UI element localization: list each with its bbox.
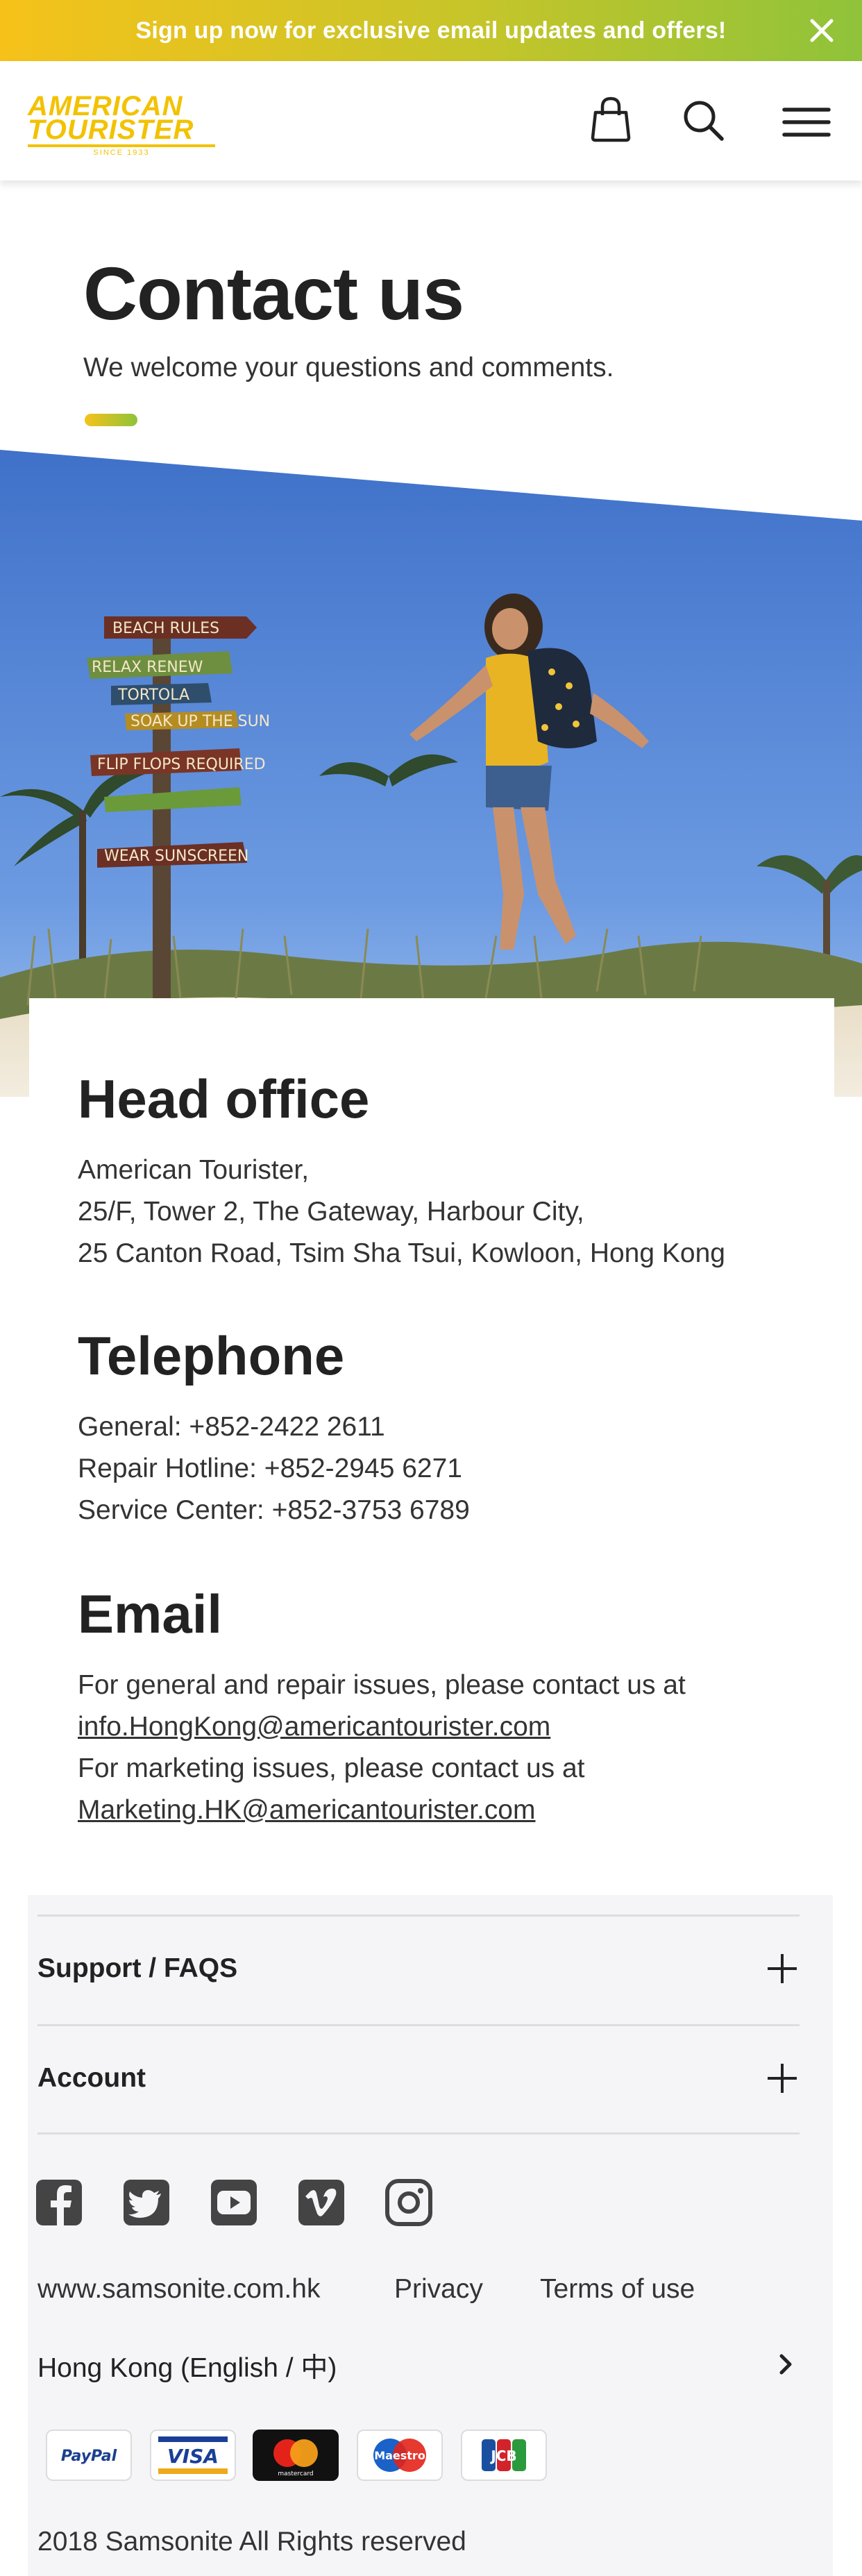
phone-repair: Repair Hotline: +852-2945 6271	[78, 1454, 462, 1483]
telephone-heading: Telephone	[78, 1325, 345, 1386]
contact-card: Head office American Tourister, 25/F, To…	[29, 998, 834, 1901]
svg-text:RELAX RENEW: RELAX RENEW	[92, 659, 203, 676]
instagram-icon[interactable]	[384, 2178, 433, 2227]
plus-icon[interactable]	[765, 2061, 800, 2096]
jcb-label: JCB	[489, 2448, 516, 2464]
maestro-label: Maestro	[374, 2449, 425, 2462]
plus-icon[interactable]	[765, 1951, 800, 1986]
email-marketing-link[interactable]: Marketing.HK@americantourister.com	[78, 1795, 535, 1826]
close-icon[interactable]	[806, 15, 837, 46]
head-office-line: 25/F, Tower 2, The Gateway, Harbour City…	[78, 1197, 584, 1227]
paypal-label: PayPal	[61, 2448, 117, 2465]
logo-line2: TOURISTER	[28, 115, 194, 145]
email-heading: Email	[78, 1583, 223, 1644]
title-accent-bar	[85, 414, 137, 426]
email-general-text: For general and repair issues, please co…	[78, 1670, 686, 1700]
bag-icon[interactable]	[586, 94, 636, 144]
copyright-text: 2018 Samsonite All Rights reserved	[37, 2527, 466, 2557]
svg-text:TORTOLA: TORTOLA	[117, 687, 189, 704]
footer-divider	[37, 2132, 800, 2135]
twitter-icon[interactable]	[122, 2178, 171, 2227]
phone-general: General: +852-2422 2611	[78, 1412, 385, 1442]
footer-link-samsonite[interactable]: www.samsonite.com.hk	[37, 2274, 320, 2305]
head-office-heading: Head office	[78, 1068, 370, 1129]
promo-text[interactable]: Sign up now for exclusive email updates …	[136, 17, 727, 44]
paypal-icon: PayPal	[46, 2430, 132, 2481]
footer-link-terms[interactable]: Terms of use	[540, 2274, 695, 2305]
search-icon[interactable]	[679, 96, 729, 146]
head-office-line: American Tourister,	[78, 1155, 310, 1185]
logo-since: SINCE 1933	[93, 149, 150, 157]
jcb-icon: JCB	[461, 2430, 547, 2481]
vimeo-icon[interactable]	[297, 2178, 346, 2227]
accordion-account[interactable]: Account	[37, 2026, 800, 2130]
svg-text:SOAK UP THE SUN: SOAK UP THE SUN	[130, 713, 270, 730]
accordion-support-faqs[interactable]: Support / FAQS	[37, 1917, 800, 2021]
menu-icon[interactable]	[781, 97, 831, 147]
phone-service: Service Center: +852-3753 6789	[78, 1495, 470, 1525]
visa-label: VISA	[167, 2445, 219, 2468]
youtube-icon[interactable]	[210, 2178, 258, 2227]
visa-icon: VISA	[150, 2430, 236, 2481]
region-selector[interactable]: Hong Kong (English / 中)	[37, 2346, 337, 2385]
american-tourister-logo[interactable]: AMERICAN TOURISTER SINCE 1933	[28, 92, 215, 157]
head-office-line: 25 Canton Road, Tsim Sha Tsui, Kowloon, …	[78, 1238, 725, 1268]
facebook-icon[interactable]	[35, 2178, 83, 2227]
mastercard-label: mastercard	[278, 2470, 313, 2477]
svg-text:WEAR SUNSCREEN: WEAR SUNSCREEN	[104, 848, 248, 865]
mastercard-icon: mastercard	[253, 2430, 339, 2481]
page-title: Contact us	[83, 251, 464, 335]
email-marketing-text: For marketing issues, please contact us …	[78, 1753, 585, 1783]
site-header: AMERICAN TOURISTER SINCE 1933	[0, 61, 862, 180]
accordion-label: Account	[37, 2063, 146, 2093]
email-general-link[interactable]: info.HongKong@americantourister.com	[78, 1712, 550, 1742]
footer-link-privacy[interactable]: Privacy	[394, 2274, 483, 2305]
promo-banner[interactable]: Sign up now for exclusive email updates …	[0, 0, 862, 61]
accordion-label: Support / FAQS	[37, 1953, 238, 1983]
chevron-right-icon[interactable]	[772, 2350, 800, 2378]
page-subtitle: We welcome your questions and comments.	[83, 353, 614, 382]
svg-text:FLIP FLOPS REQUIRED: FLIP FLOPS REQUIRED	[97, 756, 266, 773]
maestro-icon: Maestro	[357, 2430, 443, 2481]
svg-text:BEACH RULES: BEACH RULES	[112, 620, 219, 637]
